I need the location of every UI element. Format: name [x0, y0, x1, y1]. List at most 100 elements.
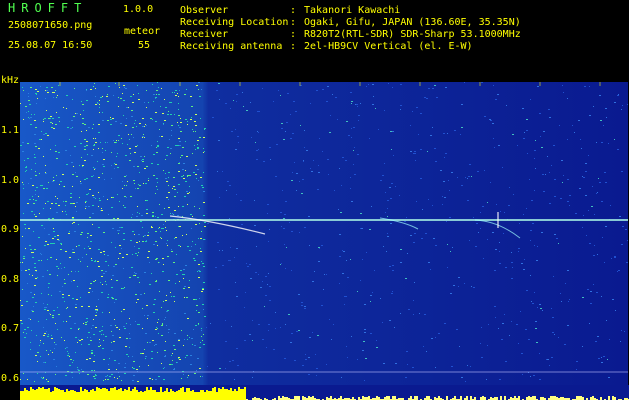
level-sample [612, 396, 614, 400]
noise-pixel [201, 328, 202, 329]
noise-pixel [122, 143, 123, 144]
level-sample [368, 396, 370, 400]
noise-pixel [283, 139, 285, 140]
noise-pixel [153, 154, 155, 155]
noise-pixel [540, 136, 541, 137]
noise-pixel [142, 137, 143, 138]
noise-pixel [526, 290, 528, 291]
noise-pixel [161, 307, 162, 308]
noise-pixel [144, 272, 146, 273]
noise-pixel [131, 267, 133, 268]
noise-pixel [132, 254, 133, 255]
noise-pixel [531, 200, 533, 201]
date-time: 25.08.07 16:50 [8, 40, 93, 51]
noise-pixel [299, 232, 300, 233]
noise-pixel [477, 171, 479, 172]
noise-pixel [280, 264, 281, 265]
noise-pixel [311, 171, 313, 172]
app-title: HROFFT [8, 1, 88, 15]
noise-pixel [111, 178, 112, 179]
noise-pixel [38, 196, 39, 197]
level-sample [500, 396, 502, 400]
level-sample [62, 390, 64, 400]
noise-pixel [168, 185, 169, 186]
level-sample [196, 392, 198, 400]
noise-pixel [189, 337, 190, 338]
noise-pixel [606, 117, 607, 118]
noise-pixel [556, 238, 558, 239]
noise-pixel [135, 120, 136, 121]
noise-pixel [78, 224, 79, 225]
noise-pixel [426, 98, 428, 99]
noise-pixel [99, 339, 100, 340]
noise-pixel [296, 331, 298, 332]
noise-pixel [190, 119, 192, 120]
noise-pixel [101, 330, 103, 331]
noise-pixel [124, 196, 126, 197]
noise-pixel [194, 121, 196, 122]
noise-pixel [604, 172, 606, 173]
level-sample [278, 396, 280, 400]
noise-pixel [162, 113, 164, 114]
noise-pixel [263, 161, 265, 162]
noise-pixel [147, 318, 148, 319]
noise-pixel [43, 303, 44, 304]
noise-pixel [340, 212, 342, 213]
noise-pixel [97, 102, 98, 103]
noise-pixel [170, 213, 171, 214]
noise-pixel [539, 304, 541, 305]
noise-pixel [98, 177, 100, 178]
noise-pixel [269, 300, 271, 301]
noise-pixel [40, 185, 42, 186]
noise-pixel [48, 334, 49, 335]
noise-pixel [617, 271, 618, 272]
noise-pixel [166, 155, 168, 156]
noise-pixel [72, 186, 73, 187]
noise-pixel [93, 145, 95, 146]
noise-pixel [370, 333, 372, 334]
noise-pixel [58, 152, 60, 153]
noise-pixel [604, 262, 605, 263]
noise-pixel [380, 180, 382, 181]
noise-pixel [108, 214, 109, 215]
noise-pixel [444, 157, 445, 158]
noise-pixel [161, 335, 163, 336]
noise-pixel [310, 103, 311, 104]
noise-pixel [40, 340, 41, 341]
noise-pixel [157, 141, 158, 142]
noise-pixel [509, 335, 510, 336]
noise-pixel [179, 141, 181, 142]
observer-label: Observer [180, 5, 229, 16]
noise-pixel [81, 344, 82, 345]
noise-pixel [530, 230, 532, 231]
noise-pixel [43, 188, 45, 189]
noise-pixel [70, 197, 72, 198]
noise-pixel [428, 88, 430, 89]
noise-pixel [452, 247, 453, 248]
noise-pixel [569, 205, 570, 206]
noise-pixel [202, 304, 204, 305]
noise-pixel [563, 92, 564, 93]
noise-pixel [535, 168, 536, 169]
noise-pixel [165, 178, 167, 179]
noise-pixel [52, 315, 54, 316]
level-sample [148, 390, 150, 400]
noise-pixel [155, 121, 157, 122]
noise-pixel [187, 121, 188, 122]
noise-pixel [204, 151, 205, 152]
noise-pixel [71, 203, 73, 204]
level-sample [308, 396, 310, 400]
noise-pixel [94, 378, 96, 379]
noise-pixel [424, 314, 426, 315]
noise-pixel [169, 102, 171, 103]
noise-pixel [64, 301, 65, 302]
noise-pixel [56, 259, 57, 260]
location-value: Ogaki, Gifu, JAPAN (136.60E, 35.35N) [304, 17, 521, 28]
noise-pixel [180, 246, 181, 247]
noise-pixel [133, 275, 135, 276]
noise-pixel [86, 130, 87, 131]
noise-pixel [511, 262, 513, 263]
noise-pixel [268, 241, 269, 242]
noise-pixel [324, 274, 325, 275]
noise-pixel [185, 170, 186, 171]
